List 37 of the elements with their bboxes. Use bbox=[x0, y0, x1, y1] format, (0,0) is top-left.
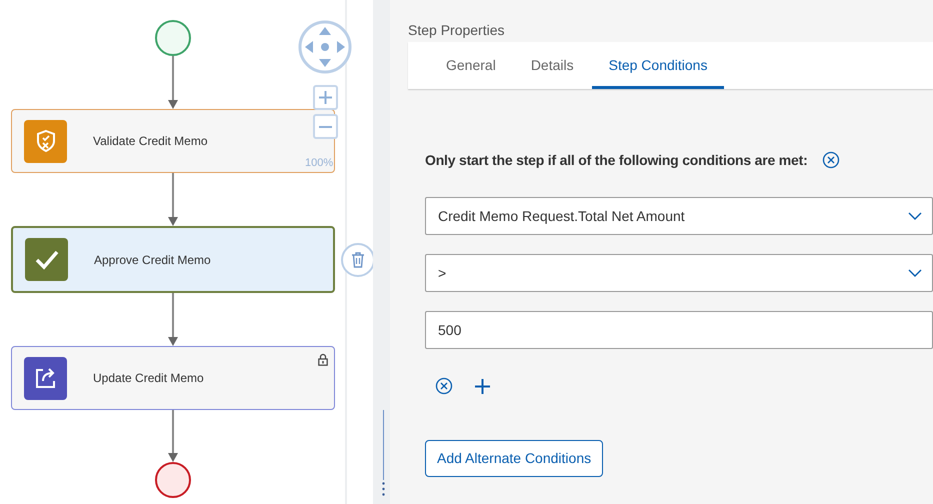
shield-icon bbox=[34, 129, 56, 153]
plus-icon bbox=[474, 378, 490, 394]
plus-icon bbox=[318, 90, 333, 105]
chevron-down-icon bbox=[908, 269, 922, 277]
step-node[interactable]: Update Credit Memo bbox=[11, 346, 335, 410]
chevron-down-icon bbox=[908, 212, 922, 220]
step-label: Approve Credit Memo bbox=[94, 252, 211, 268]
start-event[interactable] bbox=[155, 20, 191, 56]
input-field[interactable]: 500 bbox=[425, 311, 933, 349]
end-event[interactable] bbox=[155, 462, 191, 498]
checkmark-icon bbox=[34, 250, 58, 270]
tab[interactable]: Details bbox=[514, 42, 591, 89]
close-icon bbox=[822, 151, 840, 169]
connector-arrow bbox=[168, 410, 178, 462]
tab[interactable]: Step Conditions bbox=[592, 42, 724, 89]
step-node[interactable]: Approve Credit Memo bbox=[11, 226, 335, 293]
connector-arrow bbox=[168, 56, 178, 109]
remove-condition-button[interactable] bbox=[435, 377, 453, 395]
add-condition-button[interactable] bbox=[473, 377, 491, 395]
step-label: Validate Credit Memo bbox=[93, 133, 208, 150]
add-alternate-conditions-button[interactable]: Add Alternate Conditions bbox=[425, 440, 604, 477]
resize-handle-icon[interactable] bbox=[382, 482, 385, 496]
zoom-level: 100% bbox=[305, 157, 334, 170]
share-icon bbox=[34, 366, 58, 390]
delete-button[interactable] bbox=[341, 243, 375, 277]
connector-arrow bbox=[168, 173, 178, 226]
panel-title: Step Properties bbox=[408, 21, 506, 40]
close-icon bbox=[435, 377, 453, 395]
minus-icon bbox=[318, 126, 333, 128]
tab[interactable]: General bbox=[429, 42, 513, 89]
step-label: Update Credit Memo bbox=[93, 370, 204, 387]
connector-arrow bbox=[168, 293, 178, 346]
remove-conditions-button[interactable] bbox=[822, 151, 840, 169]
trash-icon bbox=[351, 252, 365, 268]
dropdown-field[interactable]: Credit Memo Request.Total Net Amount bbox=[425, 197, 933, 235]
conditions-heading: Only start the step if all of the following conditions are met: bbox=[425, 150, 808, 170]
dropdown-field[interactable]: > bbox=[425, 254, 933, 292]
